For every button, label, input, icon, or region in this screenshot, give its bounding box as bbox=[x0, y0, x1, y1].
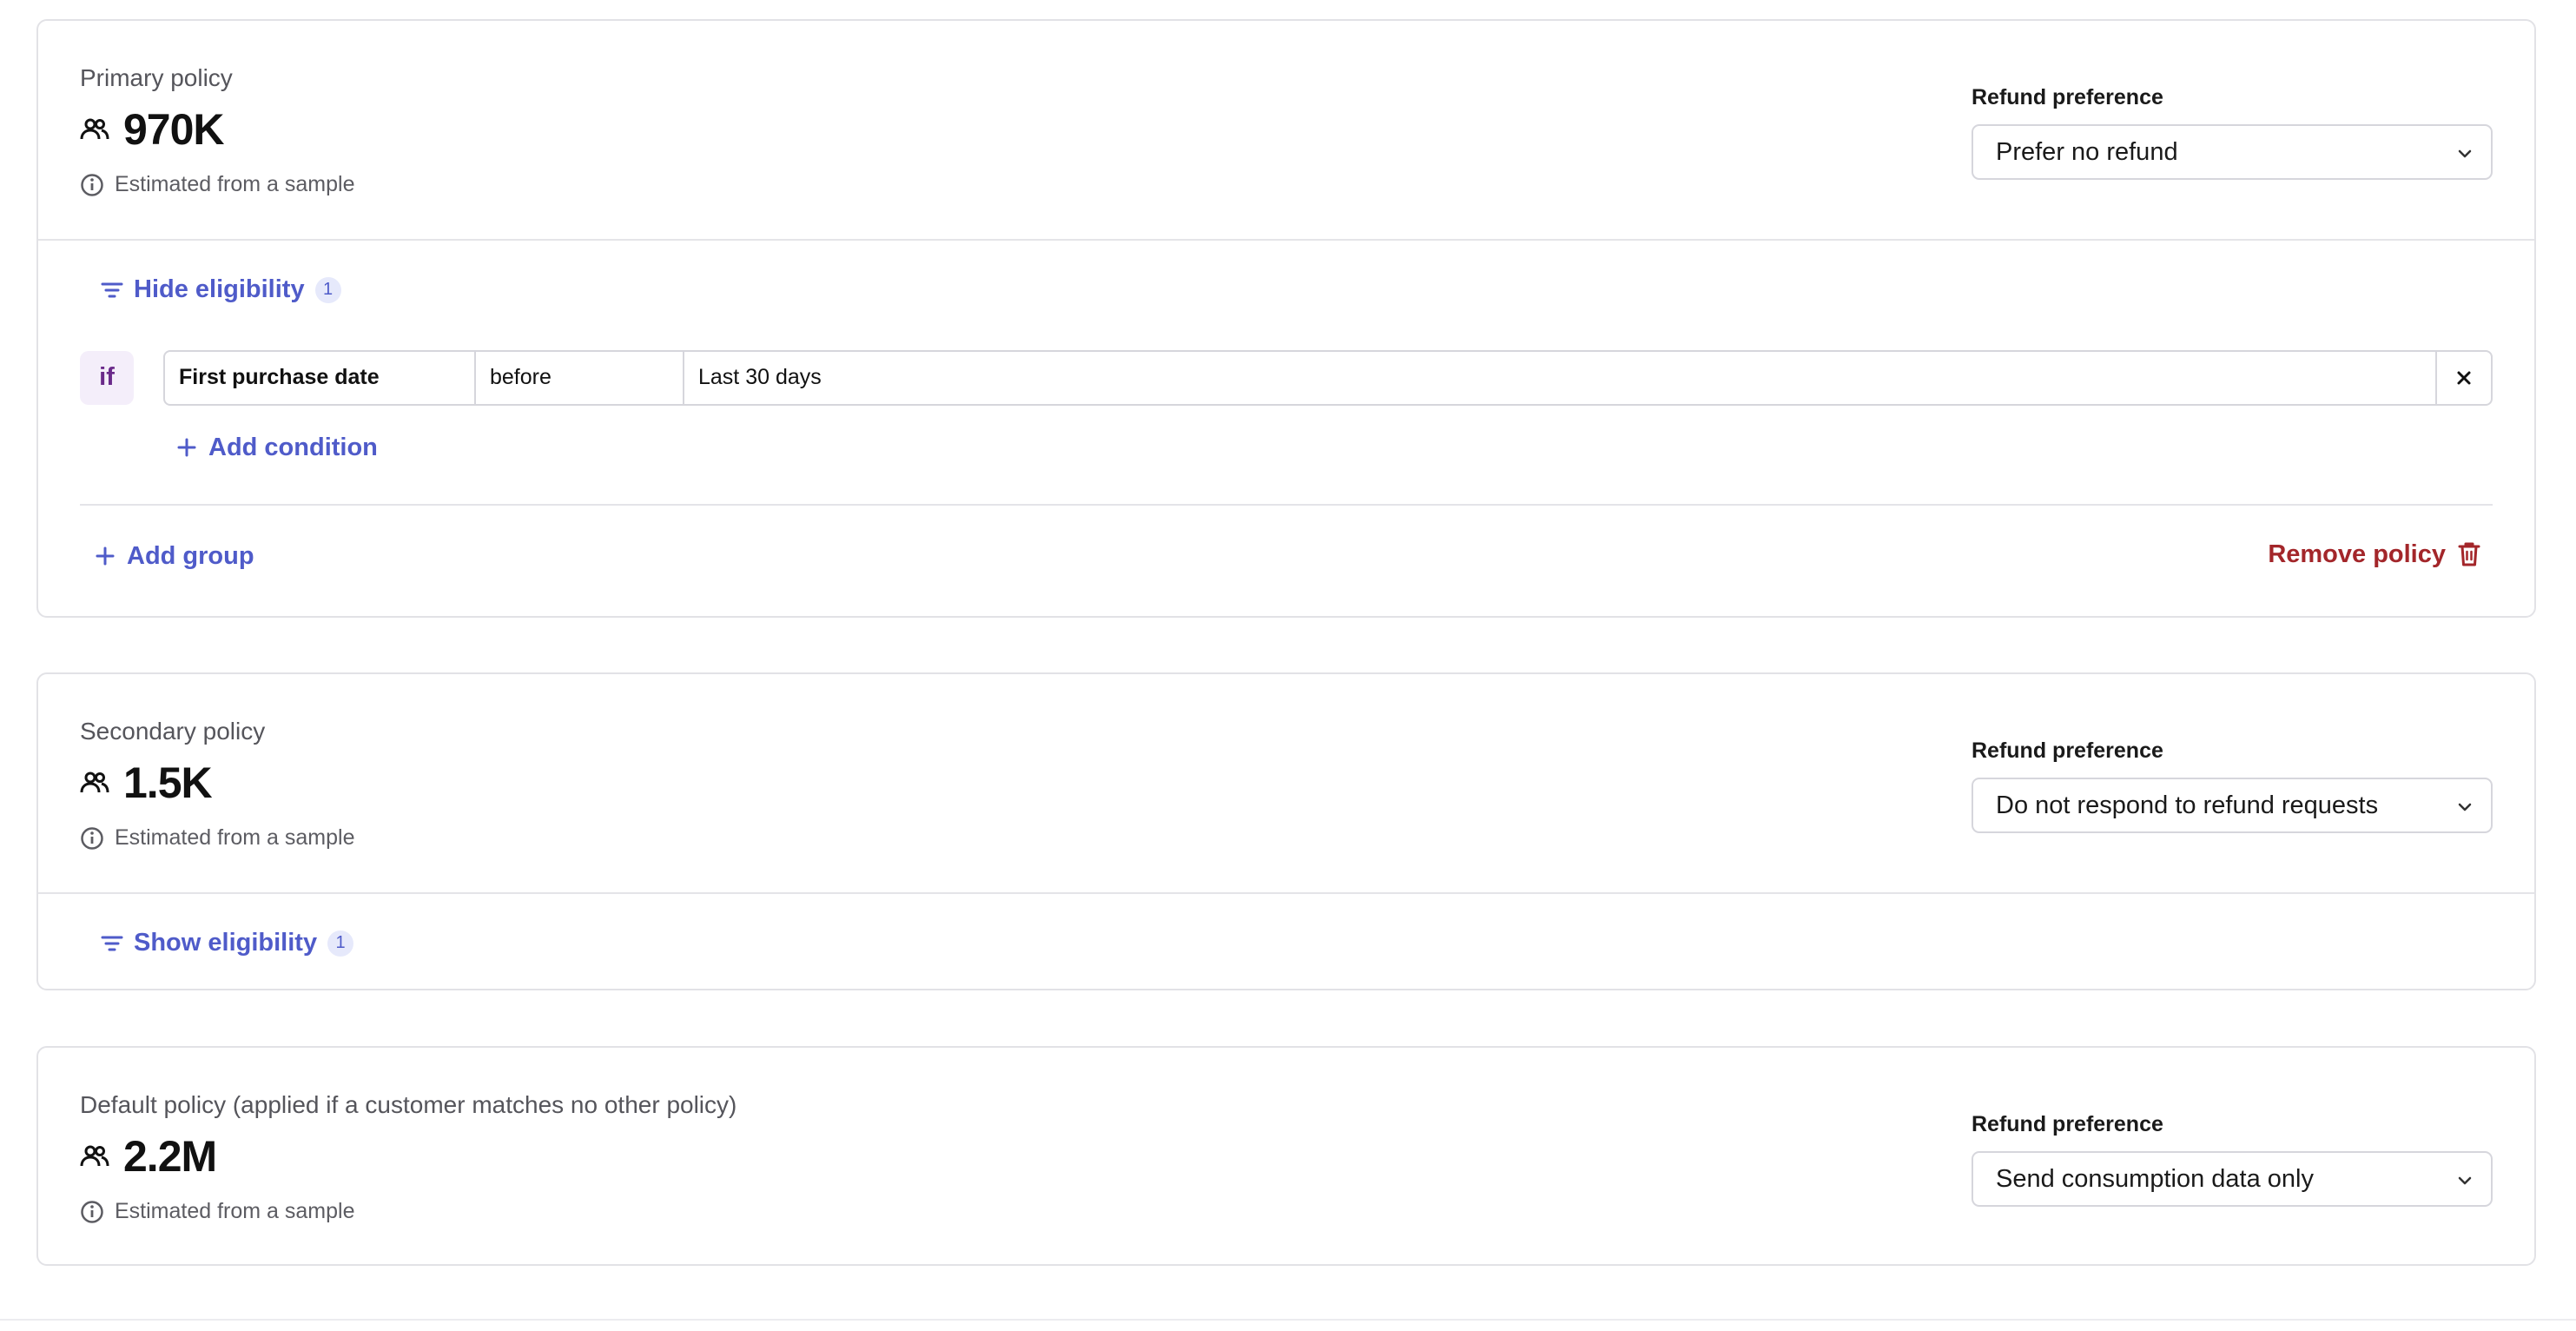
chevron-down-icon bbox=[2458, 149, 2472, 158]
add-group-label: Add group bbox=[127, 541, 254, 570]
remove-policy-button[interactable]: Remove policy bbox=[2268, 540, 2480, 569]
hide-eligibility-button[interactable]: Hide eligibility 1 bbox=[101, 275, 341, 304]
policy-header: Secondary policy 1.5K Estimated from a s… bbox=[38, 674, 2534, 892]
refund-preference-value: Do not respond to refund requests bbox=[1996, 791, 2379, 819]
condition-fields: First purchase date before Last 30 days bbox=[163, 349, 2493, 406]
policy-customer-count: 970K bbox=[123, 105, 225, 154]
filter-icon bbox=[101, 936, 123, 950]
trash-icon bbox=[2458, 542, 2480, 566]
condition-value-field[interactable]: Last 30 days bbox=[684, 351, 2437, 404]
refund-preference-label: Refund preference bbox=[1972, 738, 2163, 763]
eligibility-count-badge: 1 bbox=[314, 276, 341, 303]
filter-icon bbox=[101, 282, 123, 297]
eligibility-section: Hide eligibility 1 if First purchase dat… bbox=[38, 241, 2534, 605]
primary-policy-card: Primary policy 970K Estimated from a sam… bbox=[36, 19, 2536, 618]
plus-icon bbox=[177, 438, 196, 457]
eligibility-toggle-label: Hide eligibility bbox=[134, 275, 305, 303]
refund-preference-value: Prefer no refund bbox=[1996, 137, 2178, 166]
refund-preference-select[interactable]: Do not respond to refund requests bbox=[1972, 778, 2493, 833]
show-eligibility-button[interactable]: Show eligibility 1 bbox=[101, 929, 354, 957]
refund-preference-label: Refund preference bbox=[1972, 1112, 2163, 1136]
policy-customer-count: 1.5K bbox=[123, 758, 213, 807]
eligibility-toggle-label: Show eligibility bbox=[134, 929, 318, 957]
condition-operator-field[interactable]: before bbox=[476, 351, 684, 404]
condition-attribute-field[interactable]: First purchase date bbox=[165, 351, 476, 404]
info-icon bbox=[81, 826, 103, 850]
estimate-text: Estimated from a sample bbox=[115, 825, 355, 850]
people-icon bbox=[80, 771, 109, 793]
info-icon bbox=[81, 1200, 103, 1223]
estimate-text: Estimated from a sample bbox=[115, 172, 355, 196]
close-icon bbox=[2457, 371, 2471, 384]
people-icon bbox=[80, 1145, 109, 1167]
default-policy-card: Default policy (applied if a customer ma… bbox=[36, 1046, 2536, 1266]
add-condition-button[interactable]: Add condition bbox=[177, 434, 378, 462]
chevron-down-icon bbox=[2458, 1176, 2472, 1185]
policy-header: Default policy (applied if a customer ma… bbox=[38, 1048, 2534, 1266]
refund-preference: Refund preference Do not respond to refu… bbox=[1972, 738, 2493, 833]
add-group-button[interactable]: Add group bbox=[96, 542, 254, 571]
policy-footer: Add group Remove policy bbox=[80, 506, 2493, 605]
remove-policy-label: Remove policy bbox=[2268, 540, 2446, 568]
people-icon bbox=[80, 118, 109, 140]
condition-row: if First purchase date before Last 30 da… bbox=[80, 349, 2493, 406]
refund-preference-select[interactable]: Send consumption data only bbox=[1972, 1151, 2493, 1207]
refund-preference: Refund preference Prefer no refund bbox=[1972, 85, 2493, 180]
remove-condition-button[interactable] bbox=[2437, 352, 2491, 404]
estimate-text: Estimated from a sample bbox=[115, 1199, 355, 1223]
refund-preference-select[interactable]: Prefer no refund bbox=[1972, 124, 2493, 180]
secondary-policy-card: Secondary policy 1.5K Estimated from a s… bbox=[36, 672, 2536, 990]
policy-header: Primary policy 970K Estimated from a sam… bbox=[38, 21, 2534, 239]
chevron-down-icon bbox=[2458, 803, 2472, 811]
refund-preference: Refund preference Send consumption data … bbox=[1972, 1112, 2493, 1207]
refund-preference-value: Send consumption data only bbox=[1996, 1164, 2314, 1193]
page-bottom-divider bbox=[0, 1319, 2576, 1321]
policy-customer-count: 2.2M bbox=[123, 1132, 217, 1181]
add-condition-label: Add condition bbox=[208, 433, 378, 461]
info-icon bbox=[81, 173, 103, 196]
eligibility-count-badge: 1 bbox=[327, 930, 354, 957]
if-badge: if bbox=[80, 350, 134, 405]
eligibility-section: Show eligibility 1 bbox=[38, 894, 2534, 958]
refund-preference-label: Refund preference bbox=[1972, 85, 2163, 109]
plus-icon bbox=[96, 546, 115, 566]
